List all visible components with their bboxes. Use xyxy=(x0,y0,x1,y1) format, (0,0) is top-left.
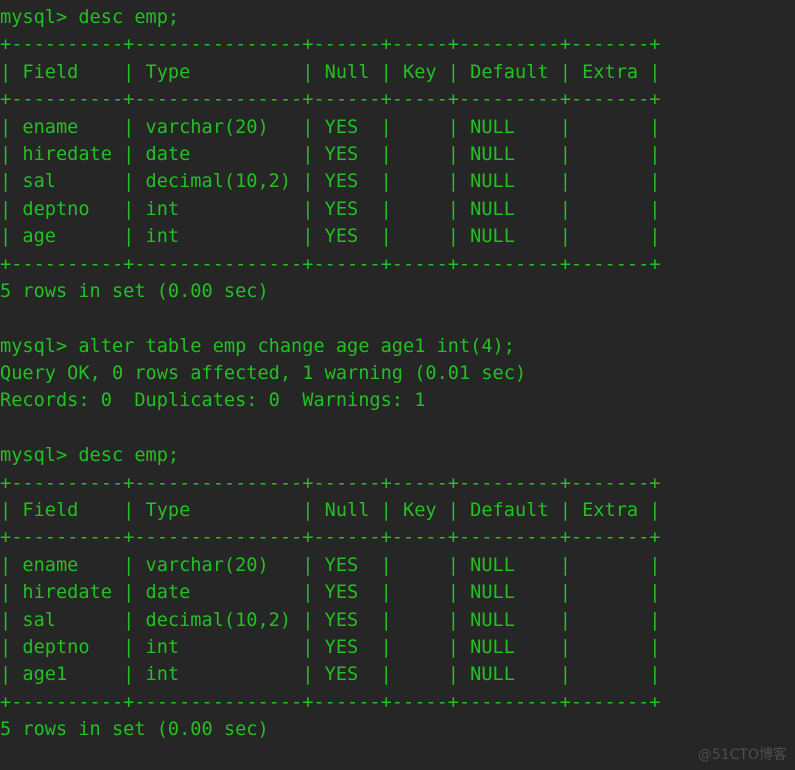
terminal-window[interactable]: mysql> desc emp; +----------+------------… xyxy=(0,0,795,770)
terminal-line: | Field | Type | Null | Key | Default | … xyxy=(0,500,661,522)
terminal-line: | ename | varchar(20) | YES | | NULL | | xyxy=(0,554,661,576)
watermark-label: @51CTO博客 xyxy=(697,747,787,763)
terminal-line: | ename | varchar(20) | YES | | NULL | | xyxy=(0,116,661,138)
terminal-line: Records: 0 Duplicates: 0 Warnings: 1 xyxy=(0,390,426,412)
terminal-line: +----------+---------------+------+-----… xyxy=(0,34,661,56)
terminal-line: | Field | Type | Null | Key | Default | … xyxy=(0,61,661,83)
terminal-line: +----------+---------------+------+-----… xyxy=(0,472,661,494)
terminal-line: +----------+---------------+------+-----… xyxy=(0,253,661,275)
terminal-line: Query OK, 0 rows affected, 1 warning (0.… xyxy=(0,363,527,385)
terminal-line: | deptno | int | YES | | NULL | | xyxy=(0,636,661,658)
terminal-line: mysql> desc emp; xyxy=(0,445,180,467)
terminal-line: | age1 | int | YES | | NULL | | xyxy=(0,664,661,686)
terminal-line: | sal | decimal(10,2) | YES | | NULL | | xyxy=(0,171,661,193)
terminal-line: 5 rows in set (0.00 sec) xyxy=(0,719,269,741)
terminal-line: +----------+---------------+------+-----… xyxy=(0,691,661,713)
terminal-line: | sal | decimal(10,2) | YES | | NULL | | xyxy=(0,609,661,631)
terminal-line: mysql> alter table emp change age age1 i… xyxy=(0,335,515,357)
terminal-line: | hiredate | date | YES | | NULL | | xyxy=(0,143,661,165)
terminal-line: mysql> desc emp; xyxy=(0,7,180,28)
terminal-line: 5 rows in set (0.00 sec) xyxy=(0,280,269,302)
terminal-line: | hiredate | date | YES | | NULL | | xyxy=(0,582,661,604)
terminal-line: | age | int | YES | | NULL | | xyxy=(0,226,661,248)
terminal-line: +----------+---------------+------+-----… xyxy=(0,89,661,111)
terminal-line: | deptno | int | YES | | NULL | | xyxy=(0,198,661,220)
terminal-line: +----------+---------------+------+-----… xyxy=(0,527,661,549)
terminal-output: mysql> desc emp; +----------+------------… xyxy=(0,4,795,744)
